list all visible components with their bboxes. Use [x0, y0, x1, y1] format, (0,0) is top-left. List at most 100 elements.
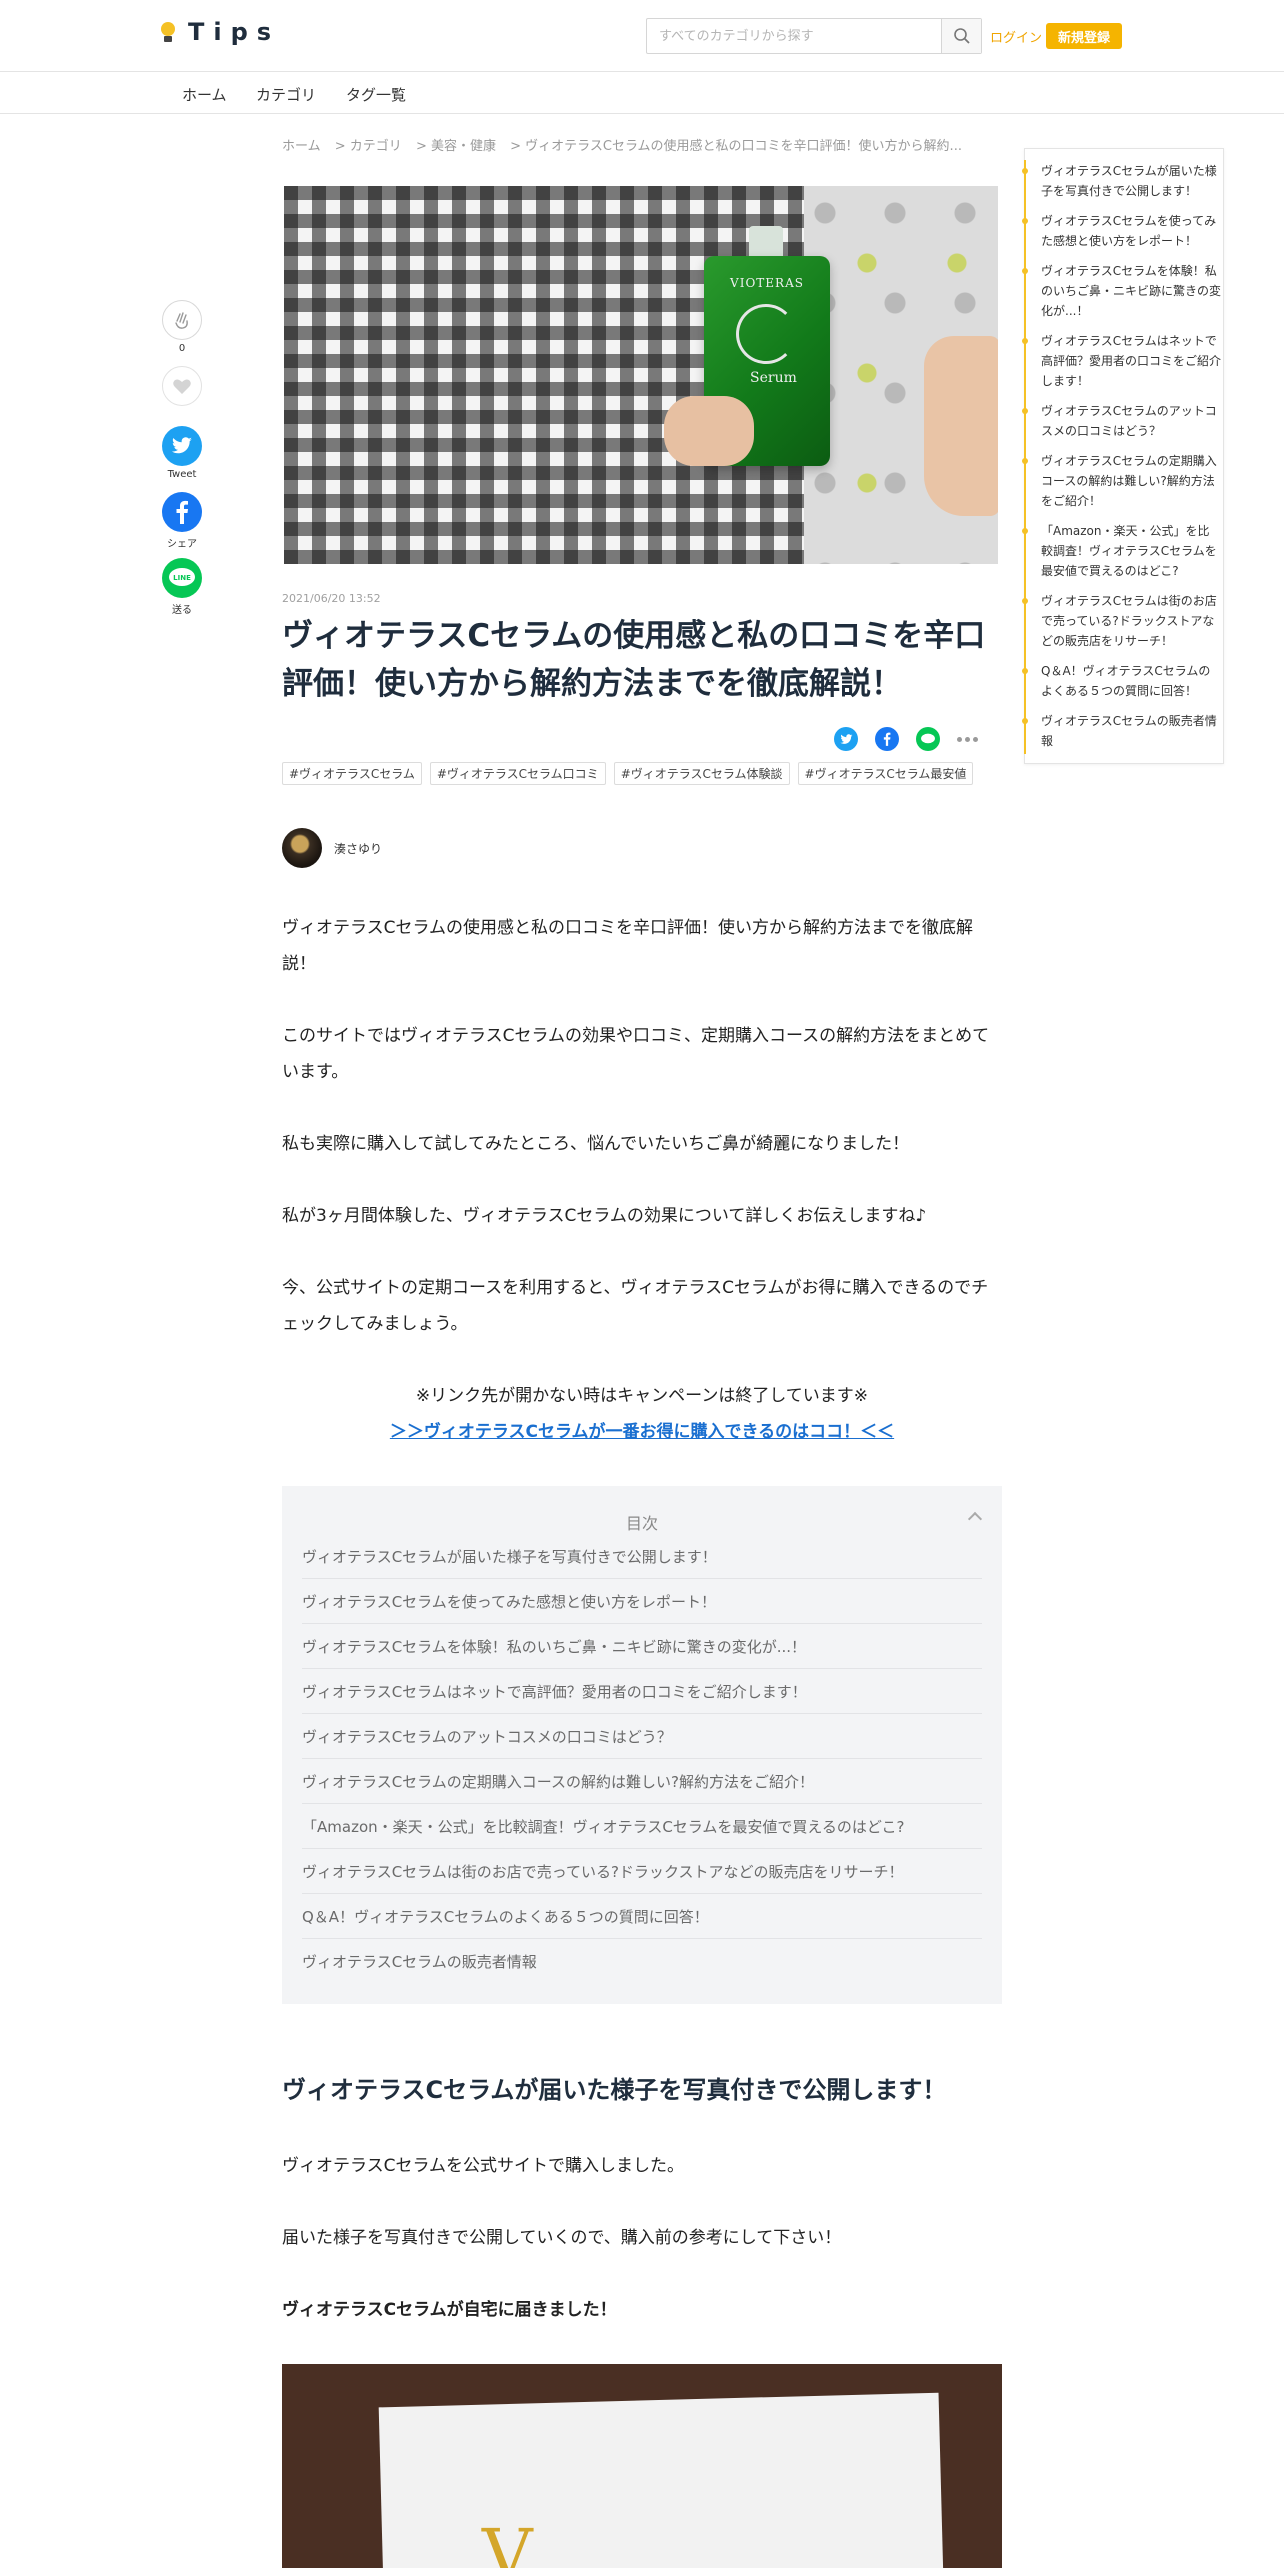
- like-item: [160, 366, 204, 406]
- sidebar-toc-item[interactable]: ヴィオテラスCセラムが届いた様子を写真付きで公開します！: [1022, 161, 1221, 201]
- nav-category[interactable]: カテゴリ: [256, 84, 316, 105]
- toc-item[interactable]: ヴィオテラスCセラムを使ってみた感想と使い方をレポート！: [302, 1579, 982, 1624]
- toc-item[interactable]: ヴィオテラスCセラムのアットコスメの口コミはどう？: [302, 1714, 982, 1759]
- twitter-icon: [839, 733, 852, 744]
- table-of-contents: 目次 ヴィオテラスCセラムが届いた様子を写真付きで公開します！ ヴィオテラスCセ…: [282, 1486, 1002, 2004]
- lightbulb-icon: [160, 20, 176, 44]
- clap-button[interactable]: [162, 300, 202, 340]
- site-logo[interactable]: Tips: [160, 18, 280, 46]
- title-twitter-button[interactable]: [834, 727, 858, 751]
- facebook-icon: [176, 500, 188, 524]
- breadcrumb: ホーム > カテゴリ > 美容・健康 > ヴィオテラスCセラムの使用感と私の口コ…: [282, 135, 1000, 154]
- sidebar-toc-progress-line: [1024, 160, 1026, 754]
- tag-list: #ヴィオテラスCセラム #ヴィオテラスCセラム口コミ #ヴィオテラスCセラム体験…: [282, 762, 974, 785]
- sidebar-toc-item[interactable]: ヴィオテラスCセラムの定期購入コースの解約は難しい?解約方法をご紹介！: [1022, 451, 1221, 511]
- hero-image: VIOTERAS Serum: [284, 186, 998, 564]
- intro-paragraph: ヴィオテラスCセラムの使用感と私の口コミを辛口評価！使い方から解約方法までを徹底…: [282, 918, 974, 974]
- tag-item[interactable]: #ヴィオテラスCセラム口コミ: [429, 762, 606, 785]
- author-block[interactable]: 湊さゆり: [282, 828, 382, 868]
- sidebar-toc-item[interactable]: ヴィオテラスCセラムを体験！私のいちご鼻・ニキビ跡に驚きの変化が...！: [1022, 261, 1221, 321]
- title-facebook-button[interactable]: [875, 727, 899, 751]
- bottle-c-logo: [736, 304, 796, 364]
- facebook-icon: [883, 732, 891, 746]
- line-icon-text: LINE: [173, 574, 191, 582]
- package-logo-letter: V: [482, 2514, 533, 2568]
- bottle-serum-label: Serum: [750, 370, 797, 386]
- breadcrumb-current: > ヴィオテラスCセラムの使用感と私の口コミを辛口評価！使い方から解約...: [510, 139, 962, 154]
- sub-navigation: ホーム カテゴリ タグ一覧: [0, 72, 1284, 114]
- breadcrumb-category[interactable]: > カテゴリ: [335, 139, 402, 154]
- campaign-link[interactable]: ＞＞ヴィオテラスCセラムが一番お得に購入できるのはココ！＜＜: [282, 1414, 1002, 1450]
- line-share-label: 送る: [172, 605, 192, 616]
- avatar[interactable]: [282, 828, 322, 868]
- sidebar-toc-item[interactable]: ヴィオテラスCセラムのアットコスメの口コミはどう？: [1022, 401, 1221, 441]
- breadcrumb-beauty[interactable]: > 美容・健康: [416, 139, 496, 154]
- breadcrumb-home[interactable]: ホーム: [282, 139, 321, 154]
- sidebar-toc-label: ヴィオテラスCセラムの定期購入コースの解約は難しい?解約方法をご紹介！: [1041, 454, 1217, 508]
- toc-item[interactable]: ヴィオテラスCセラムを体験！私のいちご鼻・ニキビ跡に驚きの変化が...！: [302, 1624, 982, 1669]
- search-button[interactable]: [941, 19, 981, 53]
- toc-item[interactable]: ヴィオテラスCセラムが届いた様子を写真付きで公開します！: [302, 1534, 982, 1579]
- clap-icon: [175, 312, 188, 329]
- twitter-share-label: Tweet: [167, 469, 197, 480]
- line-share-item: LINE 送る: [160, 558, 204, 616]
- toc-item[interactable]: ヴィオテラスCセラムは街のお店で売っている?ドラックストアなどの販売店をリサーチ…: [302, 1849, 982, 1894]
- sidebar-toc-item[interactable]: 「Amazon・楽天・公式」を比較調査！ヴィオテラスCセラムを最安値で買えるのは…: [1022, 521, 1221, 581]
- sidebar-toc-label: ヴィオテラスCセラムは街のお店で売っている?ドラックストアなどの販売店をリサーチ…: [1041, 594, 1217, 648]
- toc-item[interactable]: ヴィオテラスCセラムの販売者情報: [302, 1939, 982, 1984]
- toc-item[interactable]: ヴィオテラスCセラムの定期購入コースの解約は難しい?解約方法をご紹介！: [302, 1759, 982, 1804]
- twitter-share-button[interactable]: [162, 426, 202, 466]
- sidebar-toc-item[interactable]: ヴィオテラスCセラムはネットで高評価？愛用者の口コミをご紹介します！: [1022, 331, 1222, 391]
- facebook-share-item: シェア: [160, 492, 204, 550]
- toc-item[interactable]: ヴィオテラスCセラムはネットで高評価？愛用者の口コミをご紹介します！: [302, 1669, 982, 1714]
- author-name[interactable]: 湊さゆり: [334, 840, 382, 857]
- post-timestamp: 2021/06/20 13:52: [282, 592, 381, 605]
- title-line-button[interactable]: [916, 727, 940, 751]
- toc-item[interactable]: 「Amazon・楽天・公式」を比較調査！ヴィオテラスCセラムを最安値で買えるのは…: [302, 1804, 982, 1849]
- tag-item[interactable]: #ヴィオテラスCセラム: [282, 762, 422, 785]
- sidebar-toc-list: ヴィオテラスCセラムが届いた様子を写真付きで公開します！ ヴィオテラスCセラムを…: [1022, 161, 1222, 761]
- search-icon: [953, 28, 970, 44]
- login-link[interactable]: ログイン: [990, 27, 1042, 46]
- twitter-icon: [171, 437, 192, 454]
- clap-item: 0: [160, 300, 204, 354]
- sidebar-toc-item[interactable]: ヴィオテラスCセラムの販売者情報: [1022, 711, 1221, 751]
- bottle-brand-label: VIOTERAS: [730, 276, 804, 290]
- sidebar-toc-item[interactable]: Q＆A！ヴィオテラスCセラムのよくある５つの質問に回答！: [1022, 661, 1221, 701]
- package-paper: [378, 2392, 946, 2568]
- intro-paragraph: 今、公式サイトの定期コースを利用すると、ヴィオテラスCセラムがお得に購入できるの…: [282, 1278, 989, 1334]
- nav-home[interactable]: ホーム: [182, 84, 227, 105]
- tag-item[interactable]: #ヴィオテラスCセラム体験談: [613, 762, 790, 785]
- intro-paragraph: このサイトではヴィオテラスCセラムの効果や口コミ、定期購入コースの解約方法をまと…: [282, 1026, 990, 1082]
- article-title: ヴィオテラスCセラムの使用感と私の口コミを辛口評価！使い方から解約方法までを徹底…: [282, 618, 986, 702]
- tag-item[interactable]: #ヴィオテラスCセラム最安値: [797, 762, 974, 785]
- toc-list: ヴィオテラスCセラムが届いた様子を写真付きで公開します！ ヴィオテラスCセラムを…: [302, 1534, 982, 1984]
- toc-item[interactable]: Q＆A！ヴィオテラスCセラムのよくある５つの質問に回答！: [302, 1894, 982, 1939]
- facebook-share-label: シェア: [167, 539, 197, 550]
- title-share-buttons: [834, 727, 978, 751]
- sidebar-toc-item[interactable]: ヴィオテラスCセラムを使ってみた感想と使い方をレポート！: [1022, 211, 1221, 251]
- twitter-share-item: Tweet: [160, 426, 204, 480]
- more-options-icon[interactable]: [957, 727, 978, 751]
- section-bold-paragraph: ヴィオテラスCセラムが自宅に届きました！: [282, 2300, 617, 2320]
- heart-icon: [173, 379, 191, 394]
- facebook-share-button[interactable]: [162, 492, 202, 532]
- nav-tag-list[interactable]: タグ一覧: [346, 84, 406, 105]
- intro-paragraph: 私も実際に購入して試してみたところ、悩んでいたいちご鼻が綺麗になりました！: [282, 1134, 910, 1154]
- sidebar-toc-label: ヴィオテラスCセラムを使ってみた感想と使い方をレポート！: [1041, 214, 1217, 248]
- signup-button[interactable]: 新規登録: [1046, 23, 1122, 49]
- sidebar-toc-item[interactable]: ヴィオテラスCセラムは街のお店で売っている?ドラックストアなどの販売店をリサーチ…: [1022, 591, 1221, 651]
- clap-count: 0: [178, 343, 186, 354]
- line-icon: LINE: [169, 568, 195, 586]
- sidebar-toc: ヴィオテラスCセラムが届いた様子を写真付きで公開します！ ヴィオテラスCセラムを…: [1022, 148, 1224, 764]
- campaign-note: ※リンク先が開かない時はキャンペーンは終了しています※: [415, 1386, 869, 1406]
- line-share-button[interactable]: LINE: [162, 558, 202, 598]
- delivery-photo: V: [282, 2364, 1002, 2568]
- like-button[interactable]: [162, 366, 202, 406]
- search-input[interactable]: [647, 19, 941, 53]
- sidebar-toc-label: ヴィオテラスCセラムはネットで高評価？愛用者の口コミをご紹介します！: [1041, 334, 1222, 388]
- sidebar-toc-label: ヴィオテラスCセラムの販売者情報: [1041, 714, 1217, 748]
- site-header: Tips ログイン 新規登録: [0, 0, 1284, 72]
- section-paragraph: ヴィオテラスCセラムを公式サイトで購入しました。: [282, 2156, 685, 2176]
- sidebar-toc-label: ヴィオテラスCセラムのアットコスメの口コミはどう？: [1041, 404, 1217, 438]
